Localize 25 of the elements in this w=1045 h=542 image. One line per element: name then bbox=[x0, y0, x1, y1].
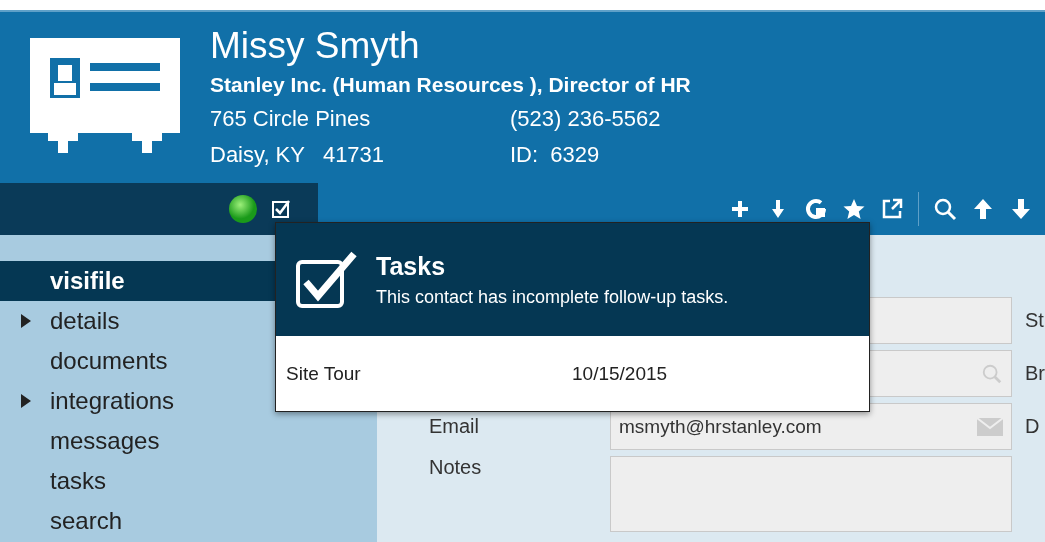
sidebar-label: tasks bbox=[50, 467, 106, 495]
street-address: 765 Circle Pines bbox=[210, 104, 372, 133]
field-label: St bbox=[1025, 309, 1044, 332]
field-label: Br bbox=[1025, 362, 1045, 385]
sidebar-label: messages bbox=[50, 427, 160, 455]
task-date: 10/15/2015 bbox=[572, 362, 668, 385]
field-label: D bbox=[1025, 415, 1040, 438]
field-label: Email bbox=[429, 415, 479, 437]
popup-title: Tasks bbox=[376, 251, 447, 281]
sidebar-item[interactable]: messages bbox=[0, 421, 377, 461]
city-state-zip: Daisy, KY 41731 bbox=[210, 140, 386, 169]
sidebar-label: details bbox=[50, 307, 120, 335]
sidebar-label: integrations bbox=[50, 387, 175, 415]
contact-name: Missy Smyth bbox=[210, 23, 421, 68]
sidebar-item[interactable]: details bbox=[0, 301, 377, 341]
sidebar-label: visifile bbox=[50, 267, 125, 295]
company-title: Stanley Inc. (Human Resources ), Director of HR bbox=[210, 71, 691, 98]
sidebar-label: search bbox=[50, 507, 123, 535]
phone-number: (523) 236-5562 bbox=[510, 104, 662, 133]
contact-id: ID: 6329 bbox=[510, 140, 601, 169]
field-value: msmyth@hrstanley.com bbox=[619, 415, 822, 438]
sidebar-item[interactable]: tasks bbox=[0, 461, 377, 501]
popup-message: This contact has incomplete follow-up tasks. bbox=[376, 286, 729, 308]
sidebar-item[interactable]: search bbox=[0, 501, 377, 541]
field-label: Notes bbox=[429, 456, 482, 478]
